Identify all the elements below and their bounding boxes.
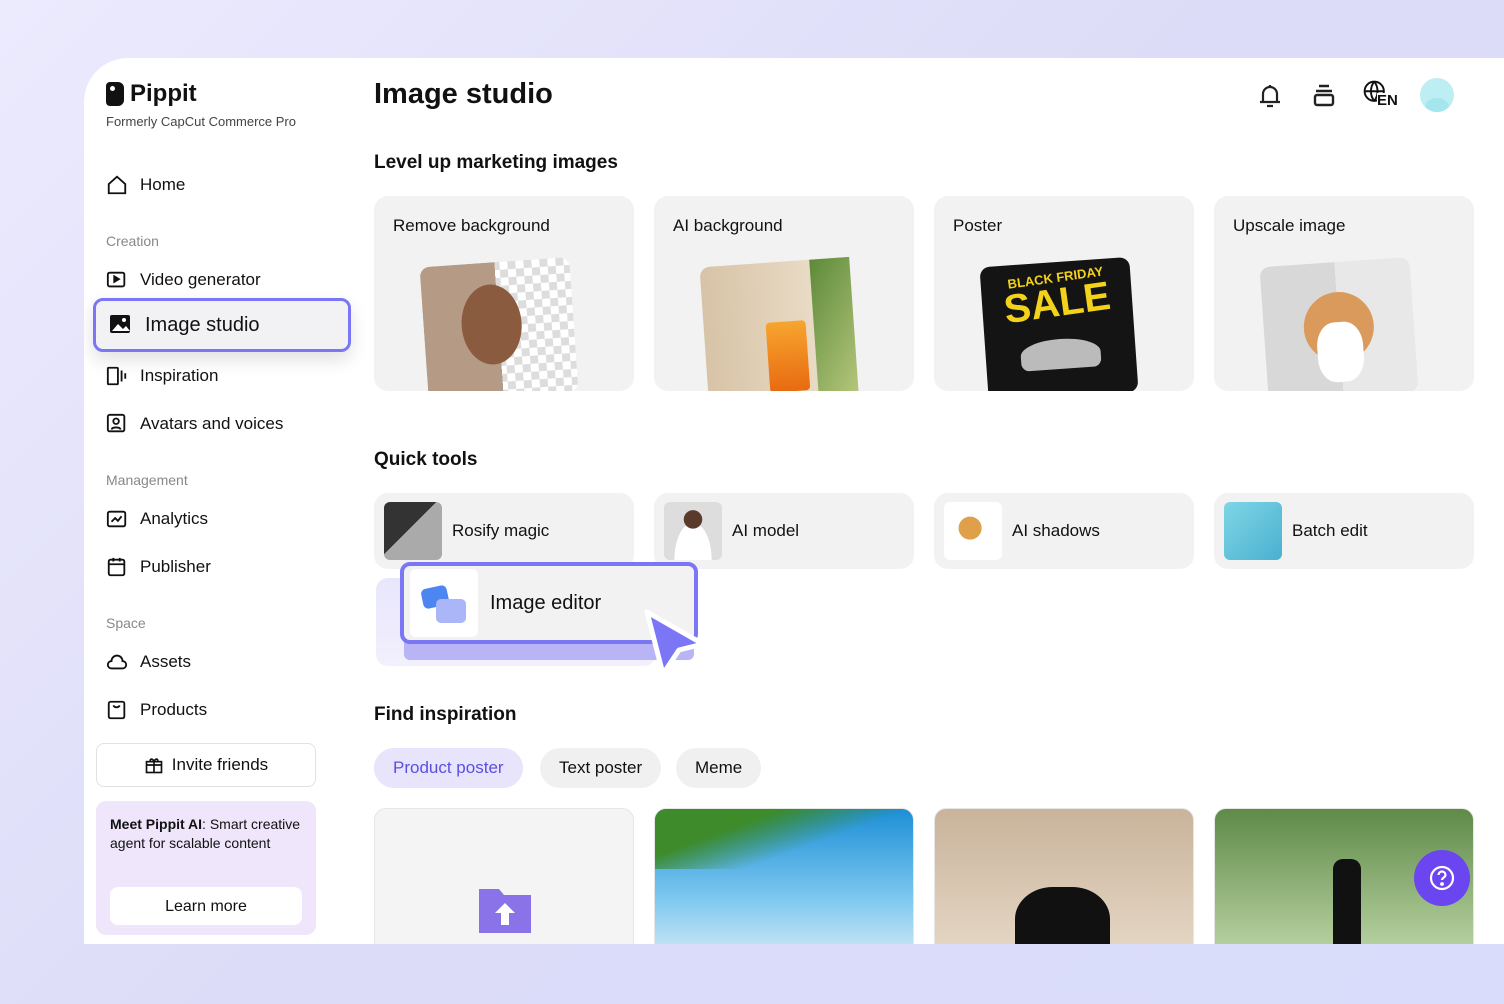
section-title-level-up: Level up marketing images	[374, 152, 618, 174]
products-icon	[106, 699, 128, 721]
stack-icon[interactable]	[1308, 79, 1340, 111]
page-title: Image studio	[374, 78, 553, 111]
sidebar-item-publisher[interactable]: Publisher	[106, 556, 211, 578]
gift-icon	[144, 755, 164, 775]
perfume-image	[699, 257, 858, 391]
inspiration-sand-image[interactable]	[934, 808, 1194, 944]
chip-meme[interactable]: Meme	[676, 748, 761, 788]
woman-portrait-image	[419, 257, 578, 391]
batch-edit-thumb	[1224, 502, 1282, 560]
inspiration-tropical-image[interactable]	[654, 808, 914, 944]
dog-image	[1259, 257, 1418, 391]
card-ai-background[interactable]: AI background	[654, 196, 914, 391]
pippit-logo-icon	[106, 82, 124, 106]
logo[interactable]: Pippit	[106, 80, 197, 108]
card-remove-background[interactable]: Remove background	[374, 196, 634, 391]
inspiration-icon	[106, 365, 128, 387]
help-button[interactable]	[1414, 850, 1470, 906]
black-friday-poster-image: BLACK FRIDAYSALE	[979, 257, 1138, 391]
rosify-thumb	[384, 502, 442, 560]
sidebar-item-analytics[interactable]: Analytics	[106, 508, 208, 530]
sidebar-item-image-studio[interactable]: Image studio	[93, 298, 351, 352]
tool-ai-model[interactable]: AI model	[654, 493, 914, 569]
promo-card: Meet Pippit AI: Smart creative agent for…	[96, 801, 316, 935]
upload-card[interactable]	[374, 808, 634, 944]
section-title-quick-tools: Quick tools	[374, 449, 477, 471]
section-space: Space	[106, 615, 146, 631]
chip-text-poster[interactable]: Text poster	[540, 748, 661, 788]
language-button[interactable]: EN	[1362, 79, 1398, 111]
image-editor-icon	[410, 569, 478, 637]
chip-product-poster[interactable]: Product poster	[374, 748, 523, 788]
video-generator-icon	[106, 269, 128, 291]
header-actions: EN	[1254, 78, 1454, 112]
tool-ai-shadows[interactable]: AI shadows	[934, 493, 1194, 569]
invite-friends-button[interactable]: Invite friends	[96, 743, 316, 787]
ai-model-thumb	[664, 502, 722, 560]
upload-folder-icon	[477, 881, 533, 937]
cloud-icon	[106, 651, 128, 673]
sidebar-item-inspiration[interactable]: Inspiration	[106, 365, 218, 387]
tool-rosify-magic[interactable]: Rosify magic	[374, 493, 634, 569]
card-upscale-image[interactable]: Upscale image	[1214, 196, 1474, 391]
sidebar-item-home[interactable]: Home	[106, 174, 185, 196]
sidebar-item-video-generator[interactable]: Video generator	[106, 269, 261, 291]
user-avatar[interactable]	[1420, 78, 1454, 112]
learn-more-button[interactable]: Learn more	[110, 887, 302, 925]
analytics-icon	[106, 508, 128, 530]
calendar-icon	[106, 556, 128, 578]
sidebar-item-avatars[interactable]: Avatars and voices	[106, 413, 283, 435]
sidebar-item-assets[interactable]: Assets	[106, 651, 191, 673]
teddy-bear-thumb	[944, 502, 1002, 560]
help-icon	[1428, 864, 1456, 892]
image-studio-icon	[109, 313, 133, 337]
brand-subtitle: Formerly CapCut Commerce Pro	[106, 114, 296, 129]
cursor-arrow-icon	[639, 606, 707, 678]
bell-icon[interactable]	[1254, 79, 1286, 111]
section-management: Management	[106, 472, 188, 488]
card-poster[interactable]: Poster BLACK FRIDAYSALE	[934, 196, 1194, 391]
tool-batch-edit[interactable]: Batch edit	[1214, 493, 1474, 569]
avatar-icon	[106, 413, 128, 435]
sidebar-item-products[interactable]: Products	[106, 699, 207, 721]
section-title-find-inspiration: Find inspiration	[374, 704, 517, 726]
section-creation: Creation	[106, 233, 159, 249]
app-window: Pippit Formerly CapCut Commerce Pro Home…	[84, 58, 1504, 944]
home-icon	[106, 174, 128, 196]
